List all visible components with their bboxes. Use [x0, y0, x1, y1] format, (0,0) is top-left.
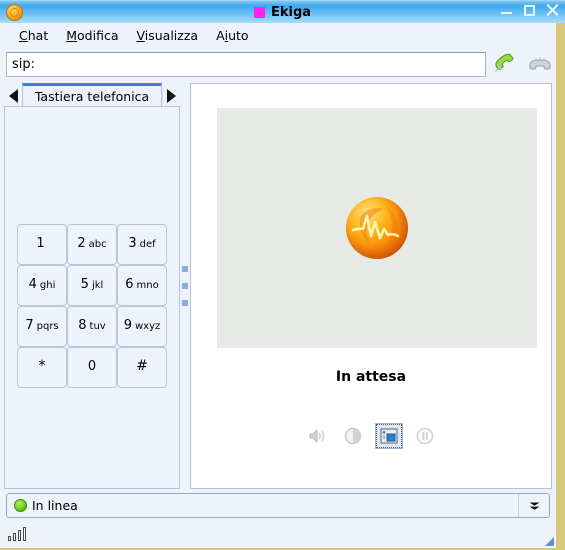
- key-digit: 8: [78, 318, 87, 333]
- dialpad-key-8[interactable]: 8 tuv: [67, 306, 117, 347]
- audio-volume-icon[interactable]: [304, 424, 330, 448]
- splitter-dot: [182, 283, 188, 289]
- ekiga-orb-logo: [346, 197, 408, 259]
- key-letters: ghi: [39, 280, 56, 291]
- tab-row: Tastiera telefonica: [4, 83, 180, 107]
- brightness-contrast-icon[interactable]: [340, 424, 366, 448]
- signal-bars-icon: [8, 525, 26, 541]
- dialpad-key-9[interactable]: 9 wxyz: [117, 306, 167, 347]
- key-letters: pqrs: [36, 321, 59, 332]
- dialpad-key-3[interactable]: 3 def: [117, 224, 167, 265]
- resize-grip-icon[interactable]: [541, 533, 555, 547]
- key-digit: 7: [25, 318, 34, 333]
- splitter-dot: [182, 266, 188, 272]
- app-color-square-icon: [253, 7, 265, 18]
- pause-call-icon[interactable]: [412, 424, 438, 448]
- window-title: Ekiga: [270, 5, 312, 20]
- toolbar: sip:: [0, 48, 556, 81]
- key-digit: 1: [36, 236, 45, 251]
- video-settings-icon[interactable]: [375, 423, 403, 449]
- window-controls: [499, 3, 560, 18]
- dialpad-key-5[interactable]: 5 jkl: [67, 265, 117, 306]
- menu-bar: Chat Modifica Visualizza Aiuto: [0, 23, 556, 48]
- presence-online-indicator-icon: [14, 499, 27, 512]
- dialpad-key-star[interactable]: *: [17, 347, 67, 388]
- window-body: Chat Modifica Visualizza Aiuto sip: Tast…: [0, 23, 556, 548]
- menu-item-modifica[interactable]: Modifica: [57, 26, 127, 45]
- tab-label: Tastiera telefonica: [34, 89, 150, 104]
- chevron-left-icon[interactable]: [4, 85, 22, 107]
- dialpad-keypad: 1 2 abc 3 def 4 ghi 5 jkl 6 mno 7 pqrs 8…: [17, 224, 167, 388]
- sip-uri-input[interactable]: sip:: [6, 52, 486, 77]
- dialpad-key-1[interactable]: 1: [17, 224, 67, 265]
- key-digit: 4: [28, 277, 37, 292]
- title-bar[interactable]: Ekiga: [0, 0, 565, 23]
- key-letters: mno: [136, 280, 159, 291]
- key-letters: wxyz: [135, 321, 161, 332]
- dialpad-key-6[interactable]: 6 mno: [117, 265, 167, 306]
- call-handset-icon[interactable]: [492, 51, 520, 78]
- maximize-icon[interactable]: [522, 3, 537, 18]
- key-digit: 0: [87, 359, 97, 374]
- key-digit: 6: [125, 277, 134, 292]
- key-letters: tuv: [89, 321, 106, 332]
- dialpad-notebook: Tastiera telefonica 1 2 abc 3 def 4 ghi …: [4, 83, 180, 489]
- dialpad-key-2[interactable]: 2 abc: [67, 224, 117, 265]
- hangup-handset-icon: [526, 51, 554, 78]
- key-digit: 2: [77, 236, 86, 251]
- dialpad-page: 1 2 abc 3 def 4 ghi 5 jkl 6 mno 7 pqrs 8…: [4, 106, 180, 489]
- key-digit: 3: [128, 236, 137, 251]
- dialpad-key-4[interactable]: 4 ghi: [17, 265, 67, 306]
- dialpad-key-0[interactable]: 0: [67, 347, 117, 388]
- tab-tastiera-telefonica[interactable]: Tastiera telefonica: [22, 83, 162, 107]
- presence-status-combobox[interactable]: In linea: [6, 493, 550, 518]
- key-digit: *: [38, 358, 46, 374]
- chevron-right-icon[interactable]: [162, 85, 180, 107]
- menu-item-chat[interactable]: Chat: [10, 26, 57, 45]
- key-digit: #: [136, 358, 148, 374]
- pane-splitter-handle[interactable]: [180, 83, 190, 489]
- splitter-dot: [182, 300, 188, 306]
- main-paned: Tastiera telefonica 1 2 abc 3 def 4 ghi …: [4, 83, 552, 489]
- presence-status-label: In linea: [32, 498, 78, 513]
- dialpad-key-hash[interactable]: #: [117, 347, 167, 388]
- status-bar: [0, 520, 556, 548]
- key-letters: def: [139, 239, 156, 250]
- key-letters: abc: [88, 239, 107, 250]
- call-controls: [191, 423, 551, 449]
- key-digit: 9: [123, 318, 132, 333]
- title-bar-center: Ekiga: [0, 1, 565, 24]
- key-digit: 5: [80, 277, 89, 292]
- menu-item-visualizza[interactable]: Visualizza: [127, 26, 207, 45]
- dialpad-key-7[interactable]: 7 pqrs: [17, 306, 67, 347]
- call-panel: In attesa: [190, 83, 552, 489]
- close-icon[interactable]: [545, 3, 560, 18]
- chevron-down-icon[interactable]: [518, 494, 549, 517]
- ekiga-window: Ekiga Chat Modifica Visualizza Aiuto sip…: [0, 0, 565, 548]
- key-letters: jkl: [91, 280, 104, 291]
- call-status-label: In attesa: [335, 369, 407, 385]
- menu-item-aiuto[interactable]: Aiuto: [207, 26, 258, 45]
- ekiga-orb-icon: [6, 4, 23, 21]
- minimize-icon[interactable]: [499, 3, 514, 18]
- video-display-area[interactable]: [217, 108, 537, 348]
